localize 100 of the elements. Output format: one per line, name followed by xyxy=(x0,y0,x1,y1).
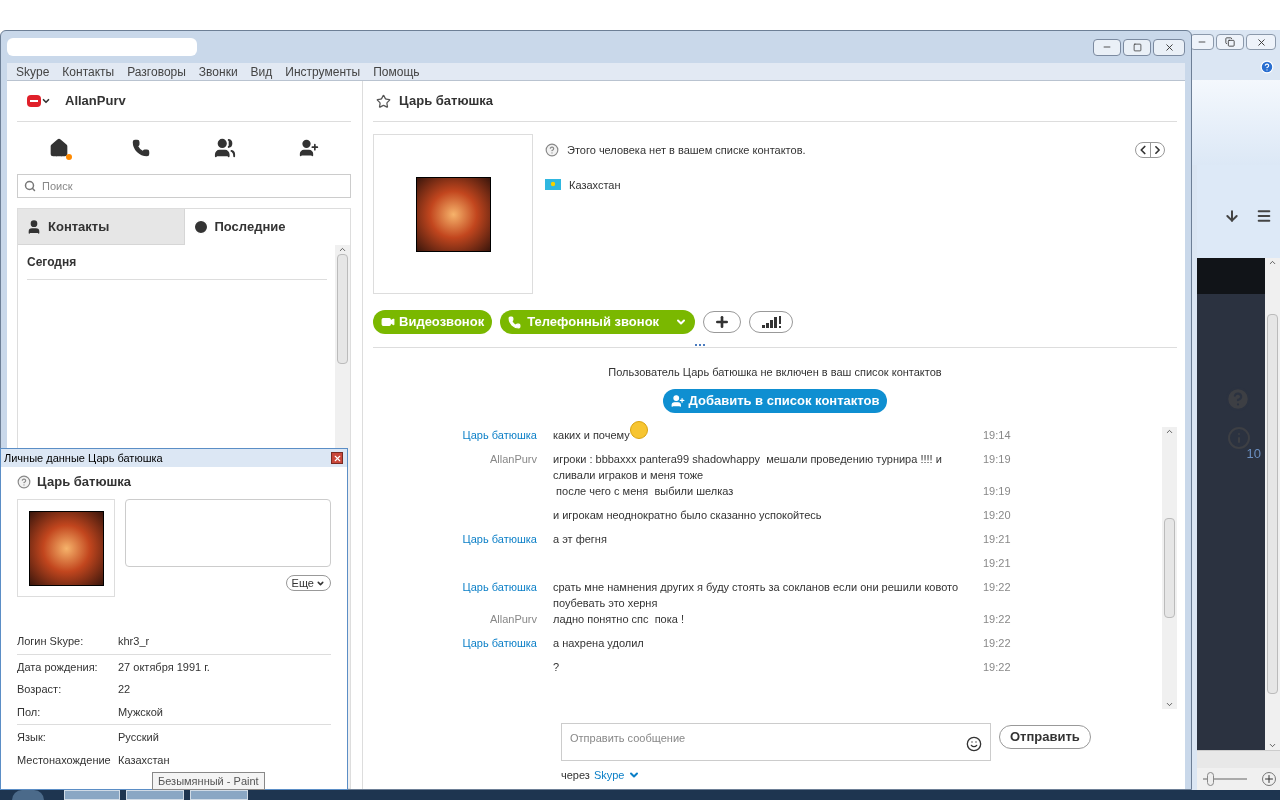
field-value: Русский xyxy=(118,730,159,745)
phone-icon xyxy=(508,315,522,329)
minimize-button[interactable] xyxy=(1093,38,1121,56)
maximize-button[interactable] xyxy=(1123,38,1151,56)
close-icon xyxy=(332,453,342,463)
menu-item[interactable]: Вид xyxy=(250,62,273,81)
close-icon xyxy=(1255,36,1267,48)
group-header: Сегодня xyxy=(27,245,327,280)
sender-name: Царь батюшка xyxy=(462,532,537,545)
message-text: а нахрена удолил xyxy=(553,635,644,651)
sender-name: Царь батюшка xyxy=(462,428,537,441)
field-label: Язык: xyxy=(17,730,47,745)
add-contact-icon[interactable] xyxy=(299,138,320,158)
field-value: Казахстан xyxy=(118,752,170,768)
not-in-contacts-notice: Пользователь Царь батюшка не включен в ваш список контактов xyxy=(608,365,942,380)
scrollbar-thumb[interactable] xyxy=(1164,517,1175,618)
question-badge-icon xyxy=(17,475,31,489)
caret-icon[interactable] xyxy=(41,96,51,106)
dialog-title: Личные данные Царь батюшка xyxy=(4,450,163,466)
video-camera-icon xyxy=(381,315,395,329)
menu-item[interactable]: Skype xyxy=(16,62,50,81)
home-icon[interactable] xyxy=(48,138,69,158)
horizontal-scrollbar[interactable] xyxy=(1197,750,1280,768)
flag-icon xyxy=(545,179,561,191)
restore-button[interactable] xyxy=(1216,34,1244,50)
message-text: каких и почему xyxy=(553,427,630,443)
clock-icon xyxy=(192,219,209,235)
emoticon-picker-icon[interactable] xyxy=(966,735,982,752)
message-text: ? xyxy=(553,659,560,675)
message-text: ладно понятно спс пока ! xyxy=(553,611,685,627)
scrollbar[interactable] xyxy=(1162,426,1177,709)
add-person-icon xyxy=(670,393,685,408)
message-time: 19:19 xyxy=(983,452,1011,465)
scroll-up-icon[interactable] xyxy=(338,245,347,254)
menu-item[interactable]: Инструменты xyxy=(285,62,361,81)
slider-thumb[interactable] xyxy=(1206,772,1214,786)
group-icon[interactable] xyxy=(213,137,236,159)
field-label: Возраст: xyxy=(17,682,63,697)
sender-name: AllanPurv xyxy=(489,452,537,465)
service-selector[interactable]: Skype xyxy=(593,766,625,783)
field-value: 22 xyxy=(118,682,131,697)
zoom-slider[interactable] xyxy=(1200,772,1250,786)
search-field[interactable]: Поиск xyxy=(17,174,351,198)
message-time: 19:19 xyxy=(983,484,1011,497)
menu-item[interactable]: Помощь xyxy=(373,62,420,81)
signal-bars-icon xyxy=(761,316,781,328)
scroll-up-icon[interactable] xyxy=(1268,258,1277,267)
dark-header-bar xyxy=(1197,258,1265,294)
scrollbar-thumb[interactable] xyxy=(1267,314,1278,694)
message-time: 19:22 xyxy=(983,612,1011,625)
message-time: 19:22 xyxy=(983,580,1011,593)
message-text: и игрокам неоднократно было сказанно успокойтесь xyxy=(553,507,822,523)
scrollbar[interactable] xyxy=(1265,258,1280,750)
contact-country: Казахстан xyxy=(569,177,621,193)
field-label: Дата рождения: xyxy=(17,659,99,675)
minimize-button[interactable] xyxy=(1190,34,1214,50)
start-button[interactable] xyxy=(12,790,44,800)
message-time: 19:21 xyxy=(983,532,1011,545)
message-input[interactable]: Отправить сообщение xyxy=(561,722,991,761)
close-button[interactable] xyxy=(331,452,343,464)
download-icon[interactable] xyxy=(1224,207,1240,224)
message-time: 19:21 xyxy=(983,556,1011,569)
via-label: через xyxy=(561,767,590,783)
menu-item[interactable]: Звонки xyxy=(198,62,238,81)
maximize-icon xyxy=(1132,42,1142,52)
scrollbar-thumb[interactable] xyxy=(337,254,348,364)
message-text: после чего с меня выбили шелказ xyxy=(555,483,734,499)
help-icon[interactable] xyxy=(1260,60,1274,74)
menu-item[interactable]: Разговоры xyxy=(127,62,186,81)
sender-name: Царь батюшка xyxy=(462,636,537,649)
status-icon[interactable] xyxy=(27,95,41,107)
sender-name: Царь батюшка xyxy=(462,580,537,593)
field-label: Логин Skype: xyxy=(17,634,85,649)
plus-icon xyxy=(714,314,731,330)
message-time: 19:20 xyxy=(983,508,1011,521)
username: AllanPurv xyxy=(65,92,126,111)
notification-count: 10 xyxy=(1246,445,1261,463)
field-value: 27 октября 1991 г. xyxy=(118,659,210,675)
tab[interactable]: Контакты xyxy=(18,209,185,245)
field-label: Пол: xyxy=(17,704,42,720)
menu-item[interactable]: Контакты xyxy=(62,62,115,81)
zoom-in-icon[interactable] xyxy=(1262,772,1276,786)
favorite-star-icon[interactable] xyxy=(376,93,391,109)
menu-icon[interactable] xyxy=(1256,207,1272,224)
scroll-down-icon[interactable] xyxy=(1268,741,1277,750)
message-time: 19:22 xyxy=(983,636,1011,649)
message-time: 19:14 xyxy=(983,428,1011,441)
add-to-contacts-button[interactable]: Добавить в список контактов xyxy=(662,388,888,413)
close-icon xyxy=(1163,41,1175,53)
message-text: а эт фегня xyxy=(553,531,607,547)
contact-title: Царь батюшка xyxy=(399,92,494,111)
restore-icon xyxy=(1225,37,1235,47)
question-badge-icon xyxy=(545,143,559,158)
person-icon xyxy=(26,218,42,235)
field-value: Мужской xyxy=(118,704,163,720)
resize-handle-icon[interactable] xyxy=(695,344,705,346)
sender-name: AllanPurv xyxy=(489,612,537,625)
message-time: 19:22 xyxy=(983,660,1011,673)
phone-icon[interactable] xyxy=(132,139,151,157)
search-icon xyxy=(24,180,36,192)
